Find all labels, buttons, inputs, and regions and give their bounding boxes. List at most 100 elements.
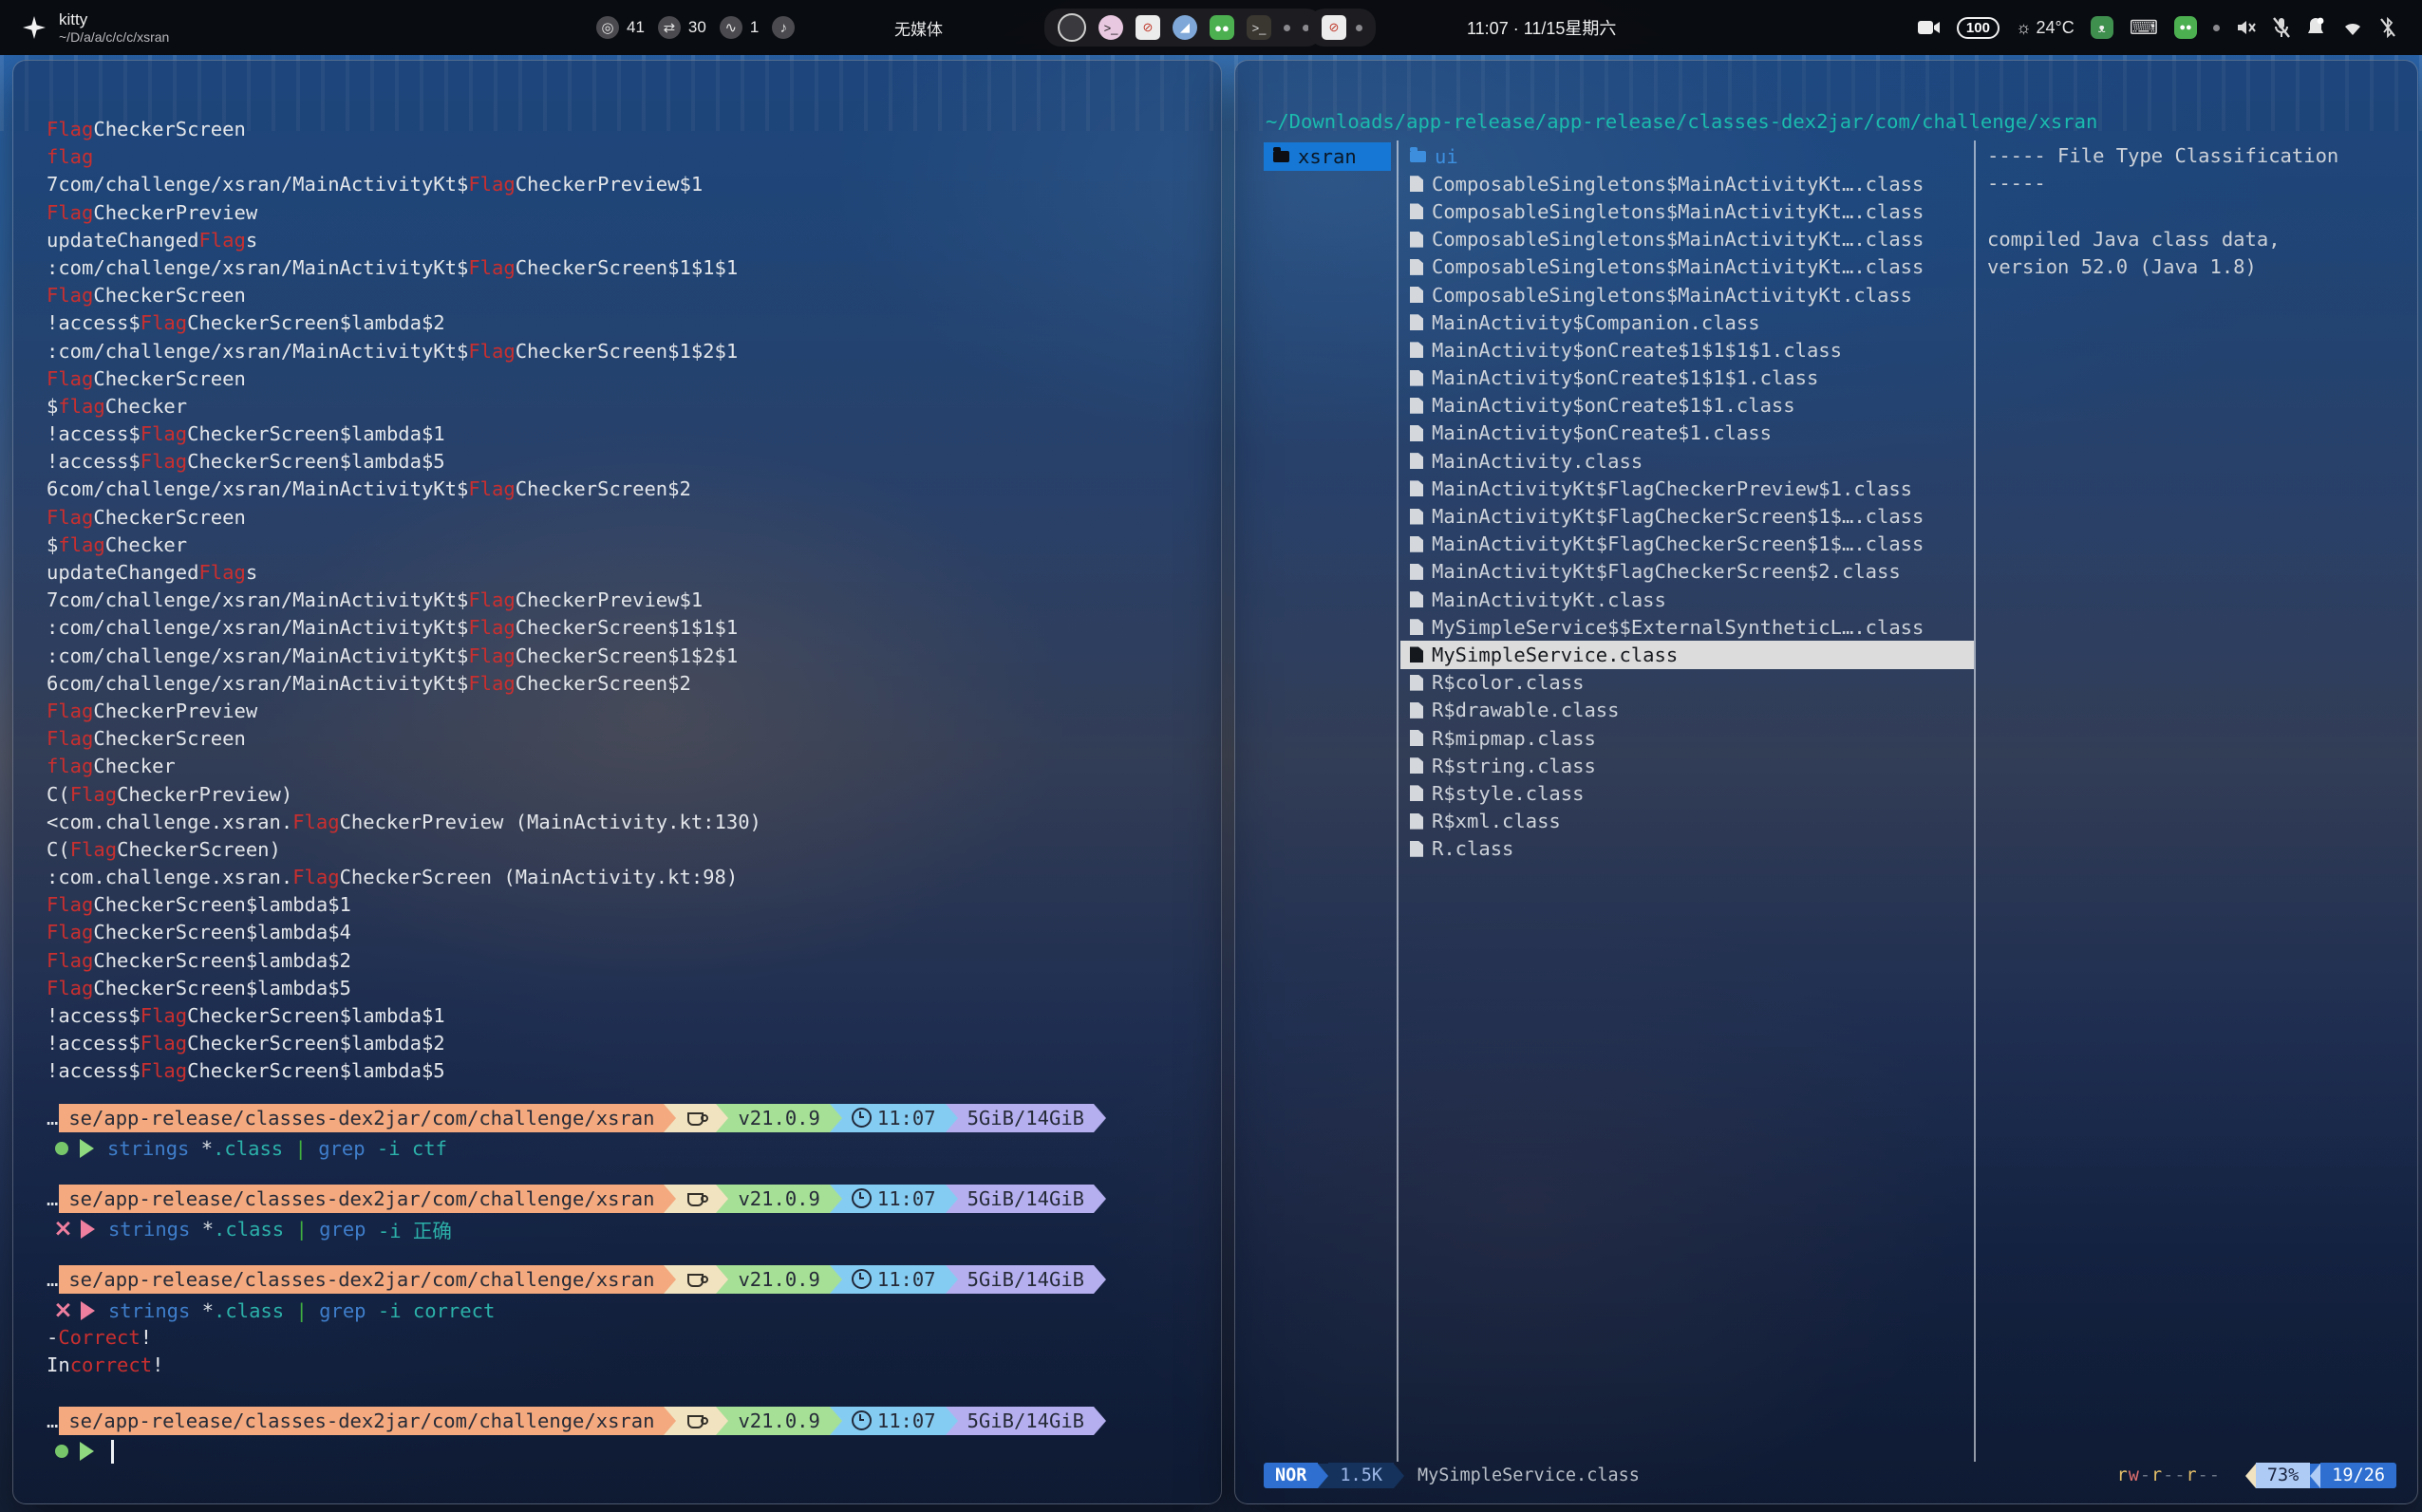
weather-temp: 24°C <box>2036 18 2074 37</box>
java-icon <box>687 1193 704 1206</box>
app-icons-group: >_ ⊘ ◢ ●● >_ <box>1044 0 1323 55</box>
file-row[interactable]: ComposableSingletons$MainActivityKt.clas… <box>1400 281 1974 308</box>
blocked-doc-icon[interactable]: ⊘ <box>1322 15 1346 40</box>
file-row[interactable]: R$color.class <box>1400 669 1974 697</box>
file-icon <box>1410 841 1423 857</box>
file-name: MainActivity.class <box>1432 450 1643 473</box>
blocked-doc-icon[interactable]: ⊘ <box>1136 15 1160 40</box>
speaker-muted-icon[interactable] <box>2236 18 2257 37</box>
command-line[interactable] <box>47 1438 1204 1465</box>
file-row[interactable]: MySimpleService.class <box>1400 641 1974 668</box>
file-icon <box>1410 425 1423 441</box>
tray-dot-icon[interactable] <box>1356 25 1362 31</box>
file-row[interactable]: ui <box>1400 142 1974 170</box>
file-row[interactable]: MainActivityKt$FlagCheckerScreen$1$….cla… <box>1400 531 1974 558</box>
powerline-arrow <box>1094 1185 1106 1213</box>
prompt-path-bar: …se/app-release/classes-dex2jar/com/chal… <box>47 1185 1204 1213</box>
tray-dot-icon[interactable] <box>1284 25 1290 31</box>
file-icon <box>1410 564 1423 580</box>
kitty-terminal-window[interactable]: FlagCheckerScreenflag7com/challenge/xsra… <box>12 60 1222 1504</box>
media-status[interactable]: 无媒体 <box>894 0 943 55</box>
terminal-output: FlagCheckerScreenflag7com/challenge/xsra… <box>47 116 1204 1086</box>
file-row[interactable]: ComposableSingletons$MainActivityKt….cla… <box>1400 197 1974 225</box>
yazi-file-manager-window[interactable]: ~/Downloads/app-release/app-release/clas… <box>1234 60 2418 1504</box>
file-name: MainActivity$Companion.class <box>1432 311 1760 334</box>
powerline-arrow <box>830 1265 842 1294</box>
green-cat-app-icon[interactable]: ᴥ <box>2091 16 2113 39</box>
file-row[interactable]: R$xml.class <box>1400 808 1974 835</box>
wechat-icon[interactable]: ●● <box>1210 15 1234 40</box>
time-segment: 11:07 <box>842 1265 946 1294</box>
preview-line <box>1987 197 2402 225</box>
keyboard-icon[interactable]: ⌨ <box>2130 16 2158 40</box>
active-app-title[interactable]: kitty ~/D/a/a/c/c/c/xsran <box>59 10 169 45</box>
file-row[interactable]: MainActivity$onCreate$1$1.class <box>1400 392 1974 420</box>
file-icon <box>1410 342 1423 358</box>
file-row[interactable]: MainActivityKt$FlagCheckerScreen$1$….cla… <box>1400 502 1974 530</box>
transfer-icon: ⇄ <box>658 16 681 39</box>
file-row[interactable]: R$string.class <box>1400 752 1974 779</box>
compass-icon[interactable]: ◢ <box>1173 15 1197 40</box>
file-row[interactable]: MainActivity.class <box>1400 447 1974 475</box>
terminal-line: FlagCheckerScreen$lambda$4 <box>47 919 1204 946</box>
permissions: rw-r--r-- <box>2117 1465 2221 1485</box>
clock-group[interactable]: 11:07 · 11/15星期六 <box>1467 0 1616 55</box>
file-name: R$mipmap.class <box>1432 727 1596 750</box>
terminal-line: <com.challenge.xsran.FlagCheckerPreview … <box>47 809 1204 836</box>
tray-dot-icon[interactable] <box>2213 25 2220 31</box>
battery-indicator[interactable]: 100 <box>1957 17 2000 39</box>
file-row[interactable]: MainActivity$onCreate$1$1$1$1.class <box>1400 336 1974 364</box>
terminal-line: 7com/challenge/xsran/MainActivityKt$Flag… <box>47 171 1204 198</box>
bluetooth-off-icon[interactable] <box>2380 17 2395 38</box>
file-name: MainActivityKt$FlagCheckerScreen$2.class <box>1432 560 1901 583</box>
file-list: uiComposableSingletons$MainActivityKt….c… <box>1400 142 1974 863</box>
file-row[interactable]: ComposableSingletons$MainActivityKt….cla… <box>1400 226 1974 253</box>
system-stats-group[interactable]: ◎ 41 ⇄ 30 ∿ 1 ♪ <box>596 0 795 55</box>
grep-result-line: -Correct! <box>47 1324 1204 1352</box>
file-row[interactable]: ComposableSingletons$MainActivityKt….cla… <box>1400 170 1974 197</box>
success-dot-icon <box>55 1142 68 1155</box>
powerline-arrow <box>830 1104 842 1132</box>
file-row[interactable]: ComposableSingletons$MainActivityKt….cla… <box>1400 253 1974 281</box>
notification-bell-icon[interactable] <box>2306 17 2325 38</box>
wechat-tray-icon[interactable]: ●● <box>2174 16 2197 39</box>
dark-cat-icon[interactable]: >_ <box>1247 15 1271 40</box>
command-line[interactable]: strings *.class | grep -i ctf <box>47 1135 1204 1163</box>
file-row[interactable]: R$style.class <box>1400 779 1974 807</box>
file-icon <box>1410 287 1423 303</box>
file-name: MainActivity$onCreate$1$1$1$1.class <box>1432 339 1842 362</box>
sparkle-logo-icon[interactable] <box>23 16 46 39</box>
file-row[interactable]: R$drawable.class <box>1400 697 1974 724</box>
menubar-right: 100 ☼ 24°C ᴥ ⌨ ●● <box>1918 0 2395 55</box>
camera-icon[interactable] <box>1918 19 1941 36</box>
wifi-icon[interactable] <box>2341 19 2364 36</box>
file-row[interactable]: MainActivityKt.class <box>1400 586 1974 613</box>
error-x-icon: × <box>53 1214 73 1241</box>
parent-dir-item[interactable]: xsran <box>1264 142 1391 171</box>
java-icon <box>687 1415 704 1428</box>
file-row[interactable]: MainActivityKt$FlagCheckerScreen$2.class <box>1400 558 1974 586</box>
command-line[interactable]: ×strings *.class | grep -i correct <box>47 1297 1204 1324</box>
weather-widget[interactable]: ☼ 24°C <box>2016 18 2075 38</box>
mic-muted-icon[interactable] <box>2273 17 2290 38</box>
file-row[interactable]: R$mipmap.class <box>1400 724 1974 752</box>
file-row[interactable]: MainActivityKt$FlagCheckerPreview$1.clas… <box>1400 475 1974 502</box>
file-row[interactable]: R.class <box>1400 835 1974 863</box>
file-icon <box>1410 702 1423 719</box>
powerline-arrow-left <box>2310 1464 2320 1488</box>
cat-terminal-icon[interactable]: >_ <box>1098 15 1123 40</box>
command-line[interactable]: ×strings *.class | grep -i 正确 <box>47 1216 1204 1243</box>
file-row[interactable]: MainActivity$onCreate$1.class <box>1400 420 1974 447</box>
prompt-block: …se/app-release/classes-dex2jar/com/chal… <box>47 1265 1204 1380</box>
file-row[interactable]: MySimpleService$$ExternalSyntheticL….cla… <box>1400 613 1974 641</box>
preview-line: ----- File Type Classification <box>1987 142 2402 170</box>
terminal-line: !access$FlagCheckerScreen$lambda$2 <box>47 309 1204 337</box>
file-icon <box>1410 398 1423 414</box>
path-ellipsis: … <box>47 1107 58 1129</box>
clock-icon <box>852 1269 872 1289</box>
file-row[interactable]: MainActivity$onCreate$1$1$1.class <box>1400 364 1974 392</box>
file-row[interactable]: MainActivity$Companion.class <box>1400 308 1974 336</box>
record-icon[interactable] <box>1058 13 1086 42</box>
file-icon <box>1410 646 1423 663</box>
terminal-line: FlagCheckerScreen <box>47 116 1204 143</box>
